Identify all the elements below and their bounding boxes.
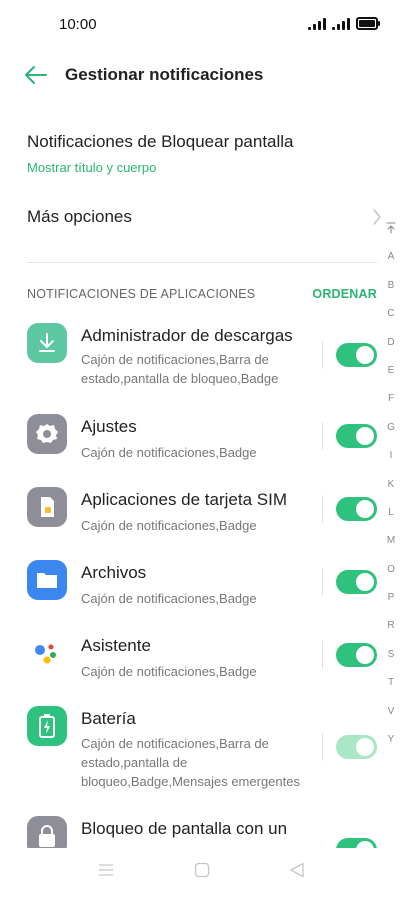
separator: [322, 568, 323, 596]
app-notification-types: Cajón de notificaciones,Badge: [81, 591, 257, 606]
sim-app-icon: [27, 487, 67, 527]
app-name: Aplicaciones de tarjeta SIM: [81, 490, 287, 509]
settings-app-icon: [27, 414, 67, 454]
system-nav-bar: [0, 848, 404, 897]
sort-button[interactable]: ORDENAR: [312, 287, 377, 301]
app-row-screen-lock[interactable]: Bloqueo de pantalla con un: [0, 816, 404, 848]
page-title: Gestionar notificaciones: [65, 65, 264, 84]
app-row-settings[interactable]: Ajustes Cajón de notificaciones,Badge: [0, 414, 404, 464]
chevron-right-icon: [373, 209, 381, 225]
app-notification-types: Cajón de notificaciones,Badge: [81, 664, 257, 679]
separator: [322, 733, 323, 761]
app-row-download-manager[interactable]: Administrador de descargas Cajón de noti…: [0, 323, 404, 393]
divider: [27, 262, 377, 263]
download-icon: [39, 333, 55, 352]
menu-icon[interactable]: [98, 862, 114, 878]
download-manager-app-icon: [27, 323, 67, 363]
app-notification-types: Cajón de notificaciones,Badge: [81, 445, 257, 460]
sim-card-icon: [41, 497, 54, 517]
app-row-files[interactable]: Archivos Cajón de notificaciones,Badge: [0, 560, 404, 610]
assistant-app-icon: [27, 633, 67, 673]
signal-icon: [308, 17, 326, 30]
status-time: 10:00: [59, 16, 97, 33]
lock-icon: [39, 825, 55, 847]
assistant-icon: [35, 644, 56, 664]
separator: [322, 641, 323, 669]
settings-toggle[interactable]: [336, 424, 377, 448]
app-name: Ajustes: [81, 417, 137, 436]
assistant-toggle[interactable]: [336, 643, 377, 667]
battery-toggle[interactable]: [336, 735, 377, 759]
app-name: Archivos: [81, 563, 147, 582]
app-row-sim-toolkit[interactable]: Aplicaciones de tarjeta SIM Cajón de not…: [0, 487, 404, 537]
separator: [322, 341, 323, 369]
app-header: Gestionar notificaciones: [0, 50, 404, 100]
home-icon[interactable]: [194, 862, 210, 878]
alpha-letter[interactable]: A: [384, 250, 398, 278]
more-options-row[interactable]: Más opciones: [27, 207, 382, 229]
app-notifications-header: NOTIFICACIONES DE APLICACIONES ORDENAR: [27, 287, 377, 301]
lock-screen-title: Notificaciones de Bloquear pantalla: [27, 132, 294, 151]
files-toggle[interactable]: [336, 570, 377, 594]
alpha-letter[interactable]: B: [384, 279, 398, 307]
app-name: Bloqueo de pantalla con un: [81, 819, 288, 838]
lock-screen-value: Mostrar título y cuerpo: [27, 160, 157, 175]
screen-lock-toggle[interactable]: [336, 838, 377, 848]
screen-lock-app-icon: [27, 816, 67, 848]
back-arrow-icon[interactable]: [22, 63, 48, 87]
signal-icon-2: [332, 17, 350, 30]
separator: [322, 495, 323, 523]
app-name: Administrador de descargas: [81, 326, 293, 345]
download-manager-toggle[interactable]: [336, 343, 377, 367]
status-bar: 10:00: [0, 0, 404, 48]
settings-gear-icon: [36, 424, 58, 443]
battery-status-icon: [356, 17, 380, 30]
app-name: Batería: [81, 709, 136, 728]
app-notification-types: Cajón de notificaciones,Badge: [81, 518, 257, 533]
lock-screen-notifications-row[interactable]: Notificaciones de Bloquear pantalla Most…: [27, 132, 294, 175]
sim-toolkit-toggle[interactable]: [336, 497, 377, 521]
folder-icon: [37, 573, 57, 588]
app-notification-types: Cajón de notificaciones,Barra de estado,…: [81, 352, 279, 386]
scroll-top-icon[interactable]: [384, 222, 398, 250]
back-icon[interactable]: [289, 862, 305, 878]
battery-icon: [39, 714, 55, 738]
app-row-battery[interactable]: Batería Cajón de notificaciones,Barra de…: [0, 706, 404, 796]
battery-app-icon: [27, 706, 67, 746]
app-notification-types: Cajón de notificaciones,Barra de estado,…: [81, 736, 300, 789]
status-icons: [308, 17, 380, 30]
app-row-assistant[interactable]: Asistente Cajón de notificaciones,Badge: [0, 633, 404, 683]
separator: [322, 422, 323, 450]
alpha-letter[interactable]: M: [384, 534, 398, 562]
files-app-icon: [27, 560, 67, 600]
more-options-label: Más opciones: [27, 207, 132, 226]
app-name: Asistente: [81, 636, 151, 655]
